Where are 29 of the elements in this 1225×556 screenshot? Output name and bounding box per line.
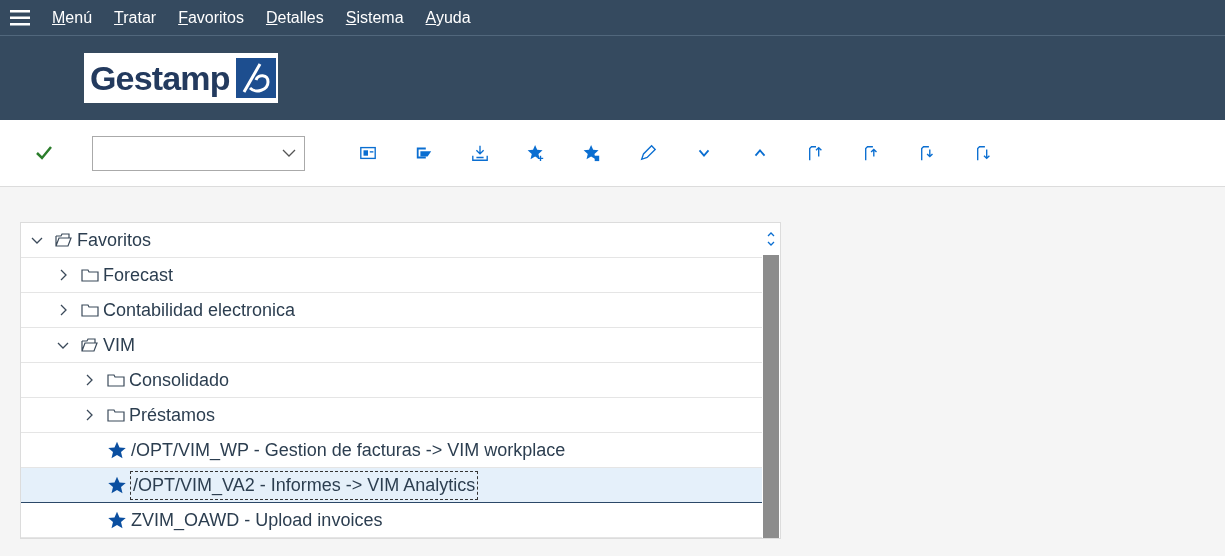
menu-item[interactable]: Favoritos	[178, 5, 244, 30]
command-field[interactable]	[92, 135, 305, 171]
folder-icon	[107, 407, 125, 423]
logo: Gestamp	[84, 53, 278, 103]
menu-item[interactable]: Detalles	[265, 5, 324, 30]
tree-item[interactable]: /OPT/VIM_VA2 - Informes -> VIM Analytics	[21, 468, 762, 503]
menu-item[interactable]: Sistema	[345, 5, 404, 30]
menu-icon[interactable]	[10, 9, 30, 26]
star-icon	[107, 440, 127, 460]
star-icon	[107, 510, 127, 530]
pencil-icon[interactable]	[639, 144, 657, 162]
folder-icon	[107, 372, 125, 388]
star-icon	[107, 475, 127, 495]
hook-icon	[235, 58, 276, 98]
star-delete-icon[interactable]	[583, 144, 601, 162]
move-up-icon[interactable]	[807, 144, 825, 162]
open-folder-icon	[81, 337, 99, 353]
menu-item[interactable]: Ayuda	[425, 5, 471, 30]
menu-item[interactable]: Tratar	[114, 5, 157, 30]
folder-icon	[81, 267, 99, 283]
star-plus-icon[interactable]	[527, 144, 545, 162]
download-icon[interactable]	[471, 144, 489, 162]
id-card-icon[interactable]	[359, 144, 377, 162]
move-down-icon[interactable]	[975, 144, 993, 162]
menu-item[interactable]: Menú	[52, 5, 93, 30]
open-folder-icon	[55, 232, 73, 248]
folder-icon	[81, 302, 99, 318]
chevron-down-icon[interactable]	[282, 148, 296, 158]
scroll-thumb[interactable]	[763, 255, 779, 538]
